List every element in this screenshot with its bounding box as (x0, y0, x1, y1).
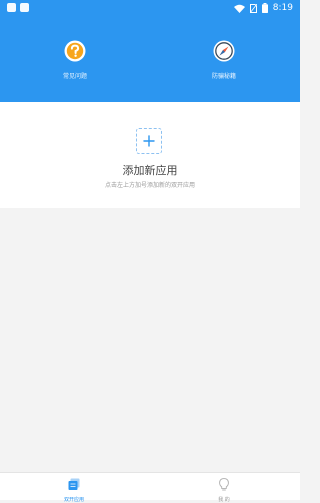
notification-icon (20, 3, 29, 12)
wifi-icon (233, 4, 245, 13)
bulb-icon (219, 478, 229, 491)
question-icon (64, 40, 86, 62)
status-time: 8:19 (272, 3, 293, 13)
notification-icons (7, 3, 29, 12)
compass-icon (213, 40, 235, 62)
add-app-card: 添加新应用 点击左上方加号添加新的双开应用 (0, 102, 300, 208)
status-right: 8:19 (233, 1, 293, 15)
no-sim-icon (249, 3, 257, 13)
header: 常见问题 防骗秘籍 (0, 16, 300, 102)
notification-icon (7, 3, 16, 12)
tab-mine[interactable]: 我 的 (194, 476, 254, 503)
add-app-button[interactable] (136, 128, 162, 154)
battery-icon (261, 3, 268, 13)
tab-dual-apps[interactable]: 双开应用 (44, 476, 104, 503)
plus-icon (143, 135, 155, 147)
add-app-title: 添加新应用 (122, 164, 178, 177)
apps-icon (68, 478, 80, 490)
add-app-subtitle: 点击左上方加号添加新的双开应用 (104, 182, 195, 189)
anti-fraud-button[interactable]: 防骗秘籍 (194, 40, 254, 80)
faq-label: 常见问题 (62, 73, 87, 80)
status-bar: 8:19 (0, 0, 300, 16)
bottom-nav: 双开应用 我 的 (0, 472, 300, 503)
faq-button[interactable]: 常见问题 (45, 40, 105, 80)
anti-fraud-label: 防骗秘籍 (211, 73, 236, 80)
